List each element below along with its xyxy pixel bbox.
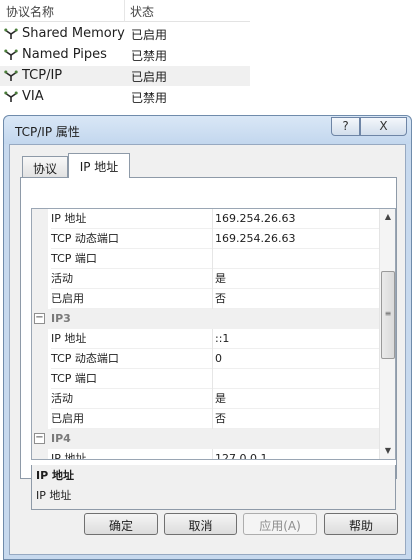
property-row[interactable]: 已启用否: [32, 289, 379, 309]
protocol-state: 已禁用: [131, 91, 168, 105]
property-name: TCP 端口: [51, 249, 212, 269]
property-grid: IP 地址 169.254.26.63 TCP 动态端口 169.254.26.63 T…: [31, 208, 396, 460]
protocol-list: 协议名称 状态 Shared Memory 已启用 Named Pipes 已禁用 TC…: [0, 0, 412, 115]
scrollbar-grip-icon: ≡: [384, 309, 392, 318]
column-header-protocol-name[interactable]: 协议名称: [6, 3, 54, 20]
property-name: IP 地址: [51, 329, 212, 349]
apply-button[interactable]: 应用(A): [243, 513, 317, 535]
protocol-icon: [4, 70, 18, 81]
property-row[interactable]: 活动是: [32, 389, 379, 409]
protocol-row[interactable]: VIA 已禁用: [0, 87, 250, 107]
scroll-up-arrow-icon[interactable]: ▲: [380, 209, 395, 225]
property-category-row[interactable]: − IP3: [32, 309, 379, 329]
protocol-state: 已启用: [131, 28, 168, 42]
property-description-panel: IP 地址 IP 地址: [31, 465, 396, 510]
property-category-row[interactable]: − IP4: [32, 429, 379, 449]
cancel-button[interactable]: 取消: [164, 513, 237, 535]
protocol-icon: [4, 49, 18, 60]
property-row[interactable]: TCP 端口: [32, 249, 379, 269]
protocol-row[interactable]: Named Pipes 已禁用: [0, 45, 250, 65]
column-separator: [124, 0, 125, 22]
property-value[interactable]: 是: [213, 269, 379, 289]
cancel-button-label: 取消: [188, 519, 213, 533]
protocol-row[interactable]: TCP/IP 已启用: [0, 66, 250, 86]
description-title: IP 地址: [36, 469, 74, 482]
property-value[interactable]: [213, 249, 379, 269]
protocol-list-header: 协议名称 状态: [0, 0, 250, 22]
property-category-label: IP3: [51, 312, 71, 325]
protocol-state: 已启用: [131, 70, 168, 84]
property-name: IP 地址: [51, 209, 212, 229]
dialog-title: TCP/IP 属性: [15, 125, 80, 139]
ok-button[interactable]: 确定: [84, 513, 158, 535]
property-category-label: IP4: [51, 432, 71, 445]
property-grid-scrollbar[interactable]: ▲ ≡ ▼: [379, 209, 395, 459]
tab-panel: IP 地址 169.254.26.63 TCP 动态端口 169.254.26.63 T…: [20, 177, 397, 510]
help-icon: ?: [342, 119, 349, 133]
collapse-toggle-icon[interactable]: −: [34, 313, 45, 324]
property-value[interactable]: 否: [213, 289, 379, 309]
property-row[interactable]: TCP 动态端口 0: [32, 349, 379, 369]
tab-protocol[interactable]: 协议: [22, 156, 68, 177]
close-icon: X: [379, 119, 388, 133]
property-name: 已启用: [51, 409, 212, 429]
tab-ip-addresses[interactable]: IP 地址: [68, 153, 130, 178]
property-row[interactable]: IP 地址 169.254.26.63: [32, 209, 379, 229]
scroll-down-arrow-icon[interactable]: ▼: [380, 443, 395, 459]
caption-help-button[interactable]: ?: [331, 117, 360, 136]
property-value[interactable]: [213, 369, 379, 389]
tab-ip-addresses-label: IP 地址: [79, 160, 119, 174]
scrollbar-thumb[interactable]: ≡: [381, 271, 395, 359]
property-row[interactable]: TCP 端口: [32, 369, 379, 389]
dialog-client-area: 协议 IP 地址 IP 地址 169.254.26.63 TCP 动态端口 169.2…: [9, 144, 406, 555]
protocol-state: 已禁用: [131, 49, 168, 63]
protocol-name: Named Pipes: [22, 47, 107, 62]
property-name: TCP 端口: [51, 369, 212, 389]
property-value[interactable]: 是: [213, 389, 379, 409]
property-name: TCP 动态端口: [51, 349, 212, 369]
property-row[interactable]: TCP 动态端口 169.254.26.63: [32, 229, 379, 249]
property-value[interactable]: 169.254.26.63: [213, 229, 379, 249]
protocol-name: TCP/IP: [22, 68, 63, 83]
property-name: IP 地址: [51, 449, 212, 459]
apply-button-label: 应用(A): [259, 519, 301, 533]
property-name: 活动: [51, 269, 212, 289]
tab-protocol-label: 协议: [32, 162, 57, 176]
collapse-toggle-icon[interactable]: −: [34, 433, 45, 444]
property-row[interactable]: 活动是: [32, 269, 379, 289]
protocol-row[interactable]: Shared Memory 已启用: [0, 24, 250, 44]
protocol-name: VIA: [22, 89, 44, 104]
caption-close-button[interactable]: X: [360, 117, 407, 136]
property-value[interactable]: 127.0.0.1: [213, 449, 379, 459]
protocol-icon: [4, 91, 18, 102]
property-row[interactable]: IP 地址 127.0.0.1: [32, 449, 379, 459]
property-value[interactable]: 0: [213, 349, 379, 369]
column-header-state[interactable]: 状态: [130, 3, 154, 20]
property-row[interactable]: IP 地址::1: [32, 329, 379, 349]
help-button[interactable]: 帮助: [324, 513, 398, 535]
property-value[interactable]: 否: [213, 409, 379, 429]
ok-button-label: 确定: [108, 519, 133, 533]
tcpip-properties-dialog: TCP/IP 属性 ? X 协议 IP 地址 IP 地址 169.254.26.6…: [3, 115, 412, 560]
protocol-name: Shared Memory: [22, 26, 125, 41]
property-name: 已启用: [51, 289, 212, 309]
property-name: 活动: [51, 389, 212, 409]
property-value[interactable]: ::1: [213, 329, 379, 349]
property-row[interactable]: 已启用否: [32, 409, 379, 429]
property-name: TCP 动态端口: [51, 229, 212, 249]
property-value[interactable]: 169.254.26.63: [213, 209, 379, 229]
dialog-title-bar[interactable]: TCP/IP 属性 ? X: [4, 116, 411, 144]
protocol-icon: [4, 28, 18, 39]
description-text: IP 地址: [36, 489, 72, 502]
help-button-label: 帮助: [348, 519, 373, 533]
